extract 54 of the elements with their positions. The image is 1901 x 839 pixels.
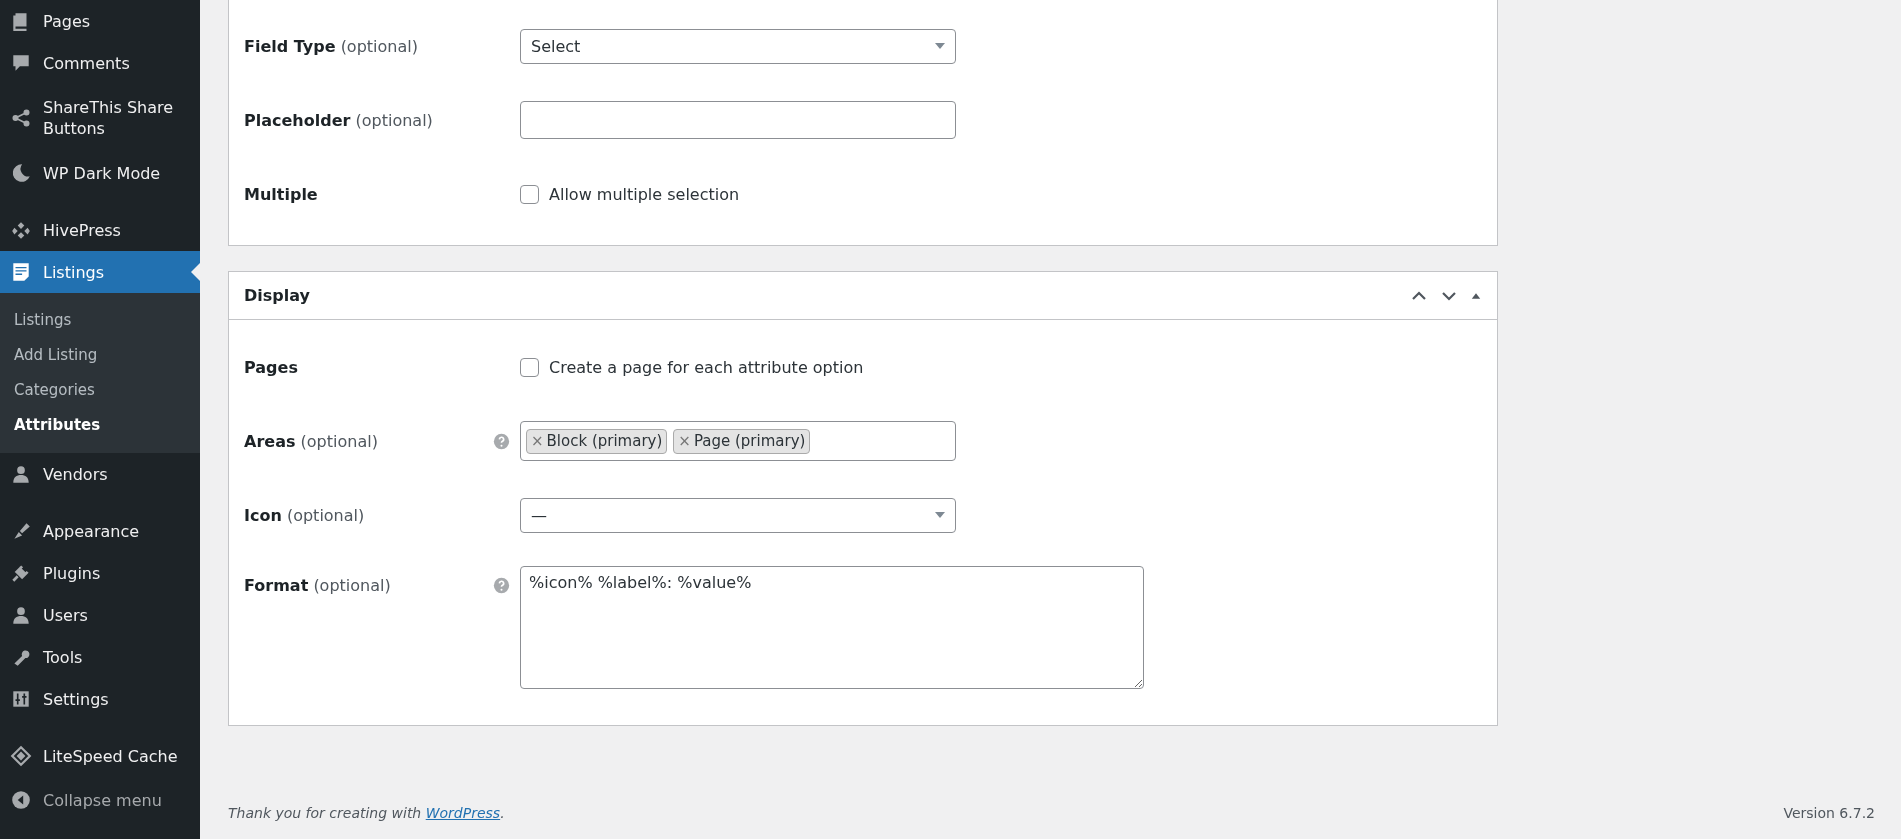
menu-item[interactable]: Comments bbox=[0, 42, 200, 84]
document-icon bbox=[10, 261, 32, 283]
remove-tag-button[interactable]: × bbox=[678, 432, 691, 450]
checkbox-label: Allow multiple selection bbox=[549, 184, 740, 204]
panel-title: Display bbox=[244, 286, 310, 305]
help-icon[interactable] bbox=[493, 577, 510, 594]
menu-item[interactable]: Tools bbox=[0, 636, 200, 678]
tag-label: Block (primary) bbox=[546, 432, 663, 450]
sliders-icon bbox=[10, 688, 32, 710]
footer-credit: Thank you for creating with WordPress. bbox=[228, 805, 505, 821]
caret-icon bbox=[935, 512, 945, 518]
share-icon bbox=[10, 107, 32, 129]
menu-item[interactable]: Vendors bbox=[0, 453, 200, 495]
menu-item[interactable]: ShareThis Share Buttons bbox=[0, 84, 200, 152]
submenu-item[interactable]: Attributes bbox=[0, 408, 200, 443]
help-icon[interactable] bbox=[493, 432, 510, 450]
wordpress-link[interactable]: WordPress bbox=[425, 805, 501, 821]
field-label: Format (optional) bbox=[244, 576, 391, 595]
collapse-menu-button[interactable]: Collapse menu bbox=[0, 779, 200, 821]
input-field[interactable] bbox=[520, 101, 956, 139]
field-label: Placeholder (optional) bbox=[244, 110, 433, 130]
tags-field[interactable]: × Block (primary) × Page (primary) bbox=[520, 421, 956, 461]
field-label: Multiple bbox=[244, 184, 318, 204]
select-field[interactable]: Select bbox=[520, 28, 956, 64]
version-text: Version 6.7.2 bbox=[1783, 805, 1875, 821]
field-label: Field Type (optional) bbox=[244, 36, 418, 56]
select-field[interactable]: — bbox=[520, 497, 956, 533]
field-label: Areas (optional) bbox=[244, 431, 378, 451]
submenu-item[interactable]: Listings bbox=[0, 303, 200, 338]
menu-item[interactable]: LiteSpeed Cache bbox=[0, 735, 200, 777]
menu-item[interactable]: Listings bbox=[0, 251, 200, 293]
textarea-field[interactable]: %icon% %label%: %value% bbox=[520, 566, 1144, 689]
checkbox-label: Create a page for each attribute option bbox=[549, 357, 864, 377]
menu-item[interactable]: Users bbox=[0, 594, 200, 636]
remove-tag-button[interactable]: × bbox=[531, 432, 544, 450]
field-label: Pages bbox=[244, 357, 298, 377]
menu-item[interactable]: Settings bbox=[0, 678, 200, 720]
tag-label: Page (primary) bbox=[693, 432, 806, 450]
menu-item[interactable]: WP Dark Mode bbox=[0, 152, 200, 194]
checkbox[interactable] bbox=[520, 357, 539, 377]
left-arrow-circle-icon bbox=[10, 789, 32, 811]
checkbox[interactable] bbox=[520, 184, 539, 204]
menu-item[interactable]: Pages bbox=[0, 0, 200, 42]
menu-item[interactable]: Appearance bbox=[0, 510, 200, 552]
diamond-icon bbox=[10, 745, 32, 767]
field-label: Icon (optional) bbox=[244, 505, 365, 525]
menu-item[interactable]: Plugins bbox=[0, 552, 200, 594]
menu-item[interactable]: HivePress bbox=[0, 209, 200, 251]
user-tie-icon bbox=[10, 463, 32, 485]
submenu-item[interactable]: Categories bbox=[0, 373, 200, 408]
caret-icon bbox=[935, 43, 945, 49]
submenu-item[interactable]: Add Listing bbox=[0, 338, 200, 373]
user-icon bbox=[10, 604, 32, 626]
moon-icon bbox=[10, 162, 32, 184]
